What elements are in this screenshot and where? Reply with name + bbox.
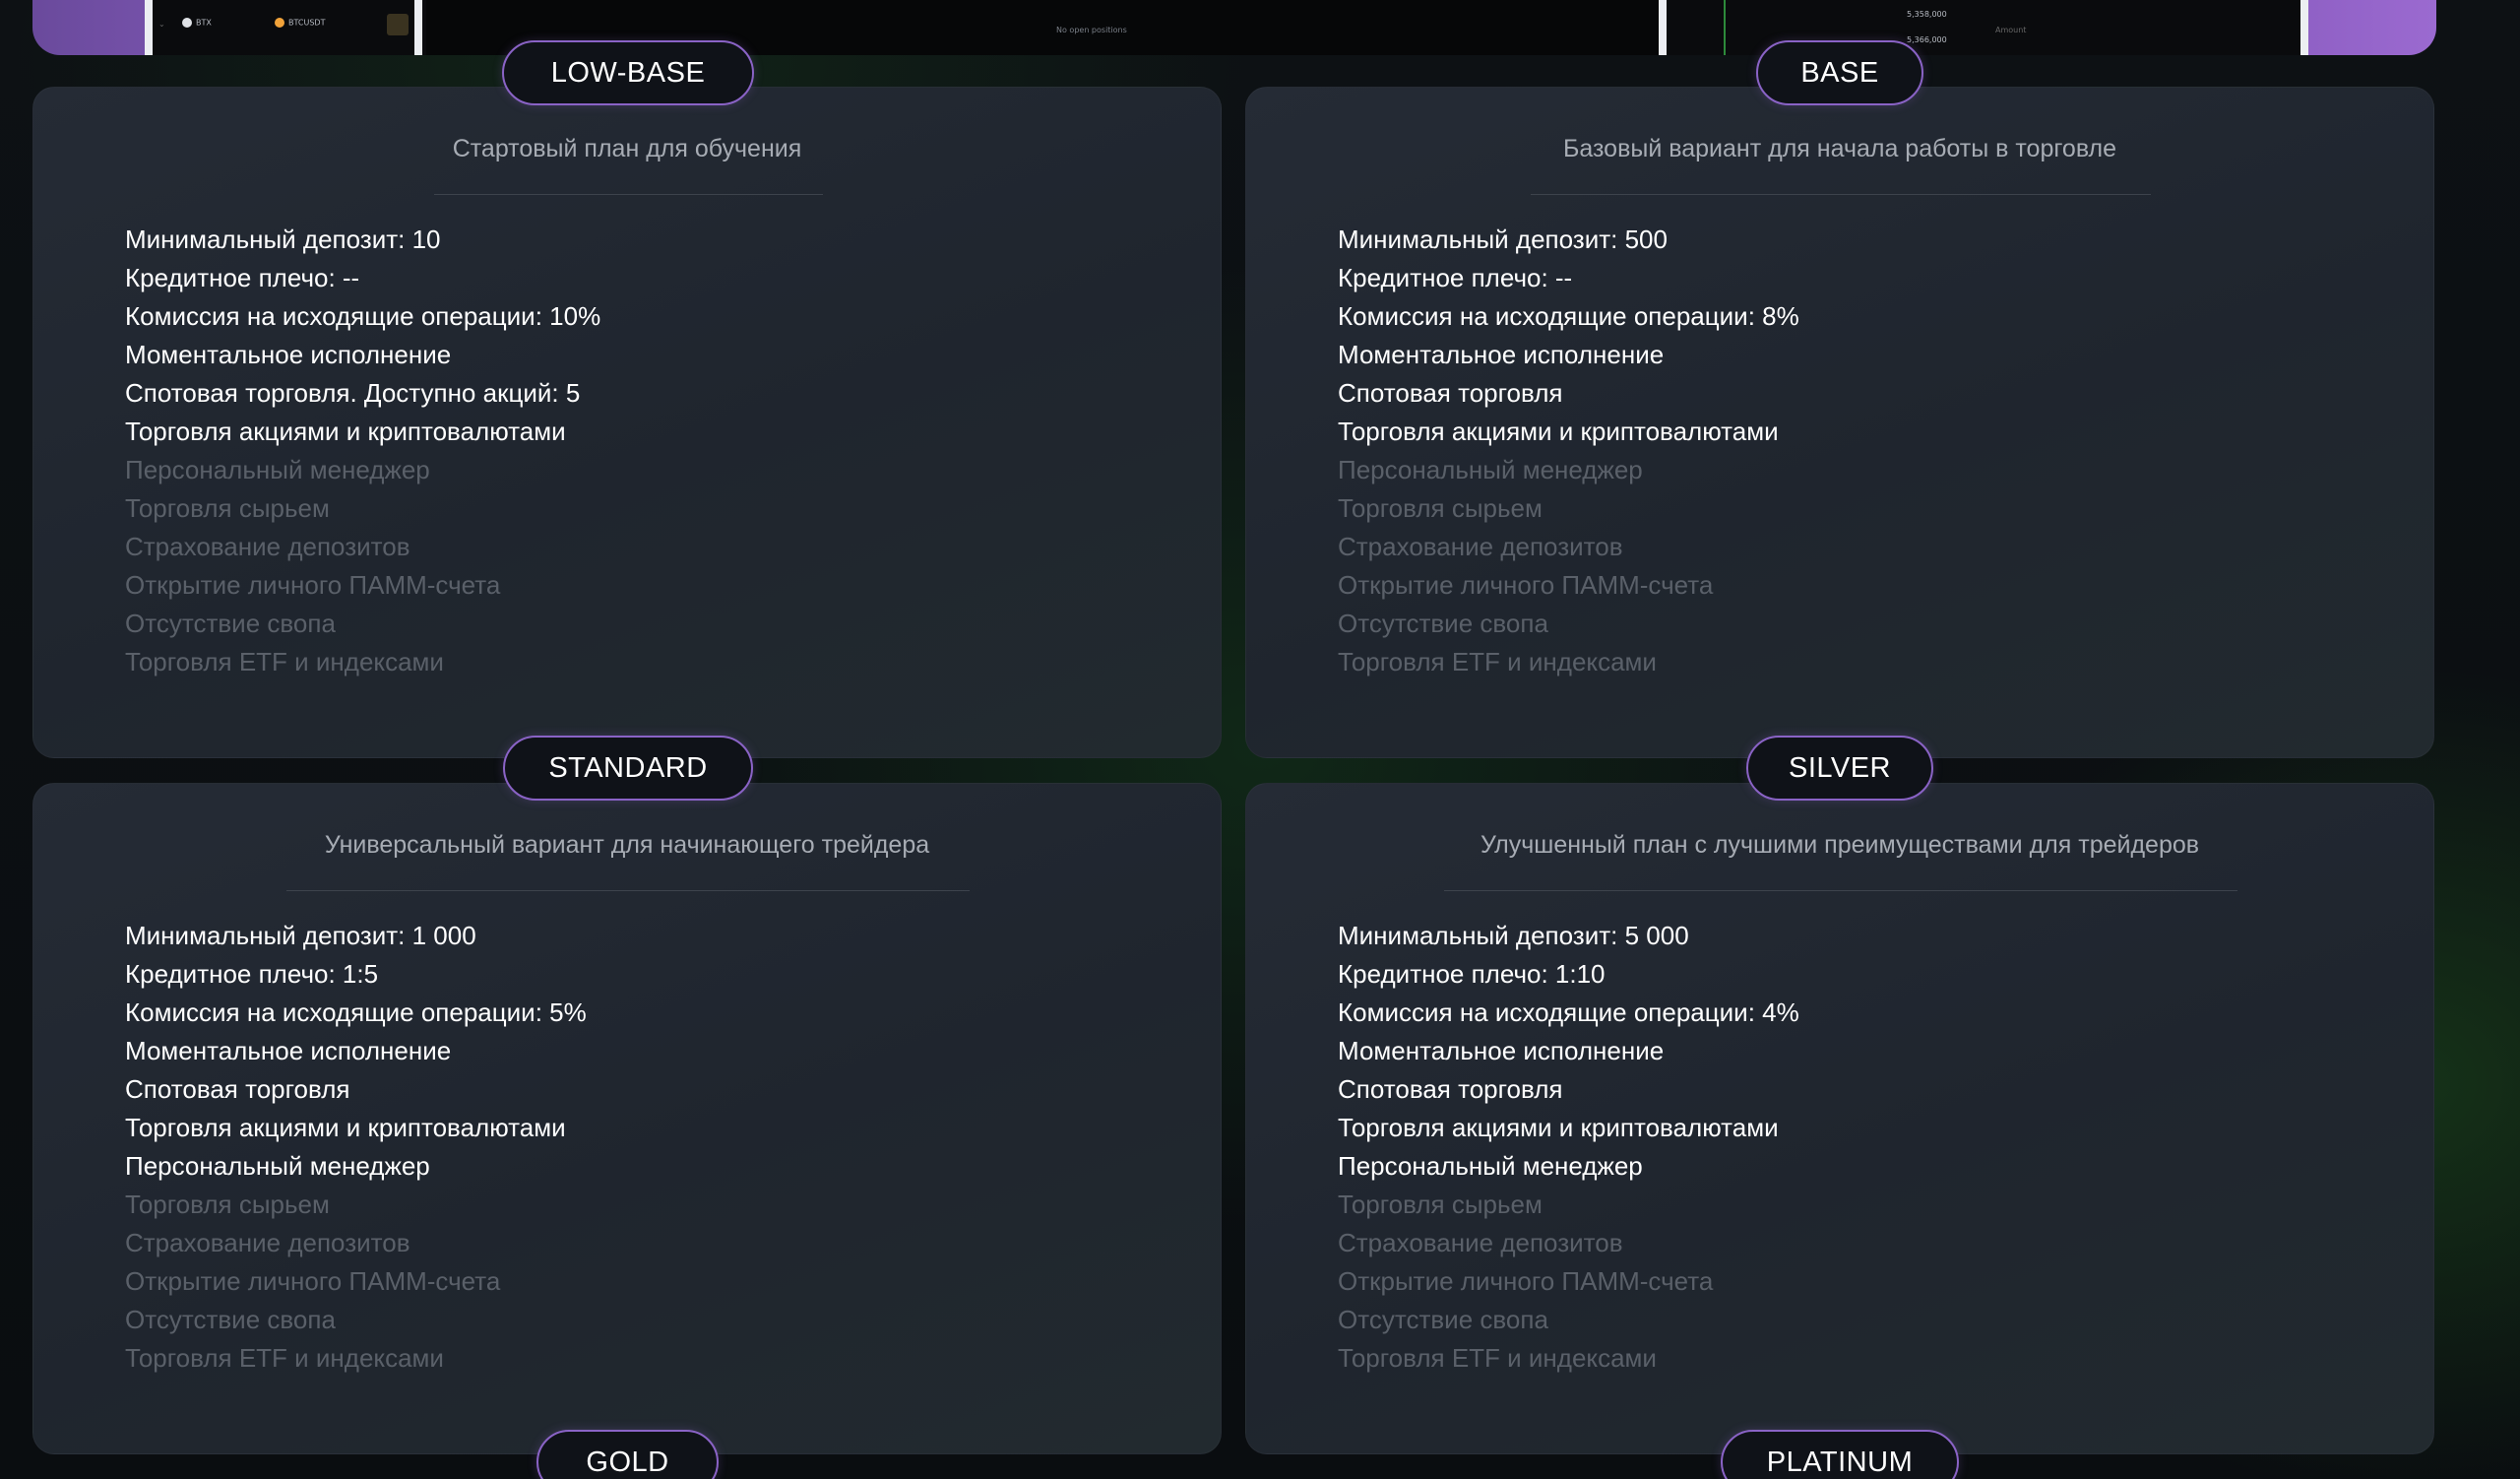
feature-item: Торговля акциями и криптовалютами xyxy=(125,417,566,446)
plan-card-base: Базовый вариант для начала работы в торг… xyxy=(1245,87,2434,758)
preview-amount-label: Amount xyxy=(1995,26,2027,34)
feature-item: Кредитное плечо: -- xyxy=(1338,263,1573,292)
bitcoin-icon xyxy=(275,18,284,28)
divider xyxy=(434,194,823,195)
feature-item: Комиссия на исходящие операции: 8% xyxy=(1338,301,1799,331)
feature-item: Торговля ETF и индексами xyxy=(125,1343,444,1373)
pricing-page: ⌄ BTX BTCUSDT No open positions 5,358,00… xyxy=(0,0,2520,1479)
feature-list: Минимальный депозит: 500 Кредитное плечо… xyxy=(1338,221,1799,681)
feature-item: Страхование депозитов xyxy=(1338,1228,1623,1257)
feature-item: Торговля сырьем xyxy=(1338,493,1543,523)
feature-item: Моментальное исполнение xyxy=(1338,340,1665,369)
feature-item: Комиссия на исходящие операции: 10% xyxy=(125,301,601,331)
feature-item: Комиссия на исходящие операции: 4% xyxy=(1338,997,1799,1027)
feature-item: Торговля акциями и криптовалютами xyxy=(1338,417,1779,446)
preview-screenshot-left: ⌄ BTX BTCUSDT xyxy=(145,0,422,55)
feature-item: Торговля акциями и криптовалютами xyxy=(125,1113,566,1142)
feature-item: Спотовая торговля xyxy=(1338,378,1563,408)
feature-item: Торговля ETF и индексами xyxy=(125,647,444,676)
divider xyxy=(286,890,970,891)
preview-price-2: 5,366,000 xyxy=(1907,35,1947,44)
feature-item: Страхование депозитов xyxy=(125,1228,410,1257)
feature-list: Минимальный депозит: 10 Кредитное плечо:… xyxy=(125,221,600,681)
plan-badge-gold[interactable]: GOLD xyxy=(536,1430,719,1479)
feature-item: Отсутствие свопа xyxy=(125,1305,336,1334)
feature-item: Отсутствие свопа xyxy=(1338,609,1548,638)
feature-item: Минимальный депозит: 1 000 xyxy=(125,921,476,950)
feature-item: Торговля сырьем xyxy=(125,493,330,523)
feature-item: Отсутствие свопа xyxy=(1338,1305,1548,1334)
feature-item: Спотовая торговля xyxy=(1338,1074,1563,1104)
divider xyxy=(1531,194,2151,195)
feature-item: Минимальный депозит: 500 xyxy=(1338,225,1668,254)
plan-subtitle: Улучшенный план с лучшими преимуществами… xyxy=(1480,831,2200,859)
divider xyxy=(1444,890,2237,891)
platform-preview-strip: ⌄ BTX BTCUSDT No open positions 5,358,00… xyxy=(32,0,2436,55)
feature-item: Открытие личного ПАММ-счета xyxy=(125,570,501,600)
plan-badge-platinum[interactable]: PLATINUM xyxy=(1721,1430,1959,1479)
chart-line-icon xyxy=(1724,0,1726,55)
feature-item: Торговля сырьем xyxy=(125,1190,330,1219)
feature-item: Кредитное плечо: -- xyxy=(125,263,360,292)
feature-item: Отсутствие свопа xyxy=(125,609,336,638)
feature-item: Моментальное исполнение xyxy=(125,1036,452,1065)
feature-item: Торговля акциями и криптовалютами xyxy=(1338,1113,1779,1142)
feature-item: Моментальное исполнение xyxy=(125,340,452,369)
plan-subtitle: Универсальный вариант для начинающего тр… xyxy=(324,831,930,859)
feature-item: Торговля ETF и индексами xyxy=(1338,647,1657,676)
feature-item: Персональный менеджер xyxy=(125,455,430,484)
plan-card-silver: Улучшенный план с лучшими преимуществами… xyxy=(1245,783,2434,1454)
preview-price-1: 5,358,000 xyxy=(1907,10,1947,19)
preview-ticker-2: BTCUSDT xyxy=(275,18,325,28)
feature-item: Спотовая торговля. Доступно акций: 5 xyxy=(125,378,581,408)
feature-item: Кредитное плечо: 1:5 xyxy=(125,959,379,989)
plan-badge-low-base[interactable]: LOW-BASE xyxy=(502,40,754,105)
plan-badge-silver[interactable]: SILVER xyxy=(1746,736,1933,801)
preview-center-text: No open positions xyxy=(1056,26,1127,34)
feature-item: Открытие личного ПАММ-счета xyxy=(125,1266,501,1296)
feature-item: Комиссия на исходящие операции: 5% xyxy=(125,997,587,1027)
preview-screenshot-right: 5,358,000 5,366,000 Amount xyxy=(1659,0,2308,55)
preview-square-icon xyxy=(387,14,409,35)
plan-subtitle: Базовый вариант для начала работы в торг… xyxy=(1562,135,2117,162)
plan-card-low-base: Стартовый план для обучения Минимальный … xyxy=(32,87,1222,758)
feature-item: Страхование депозитов xyxy=(125,532,410,561)
feature-item: Моментальное исполнение xyxy=(1338,1036,1665,1065)
feature-item: Страхование депозитов xyxy=(1338,532,1623,561)
feature-item: Минимальный депозит: 5 000 xyxy=(1338,921,1689,950)
feature-list: Минимальный депозит: 1 000 Кредитное пле… xyxy=(125,917,587,1378)
feature-item: Торговля ETF и индексами xyxy=(1338,1343,1657,1373)
feature-item: Персональный менеджер xyxy=(1338,455,1643,484)
coin-icon xyxy=(182,18,192,28)
chevron-down-icon: ⌄ xyxy=(158,20,165,29)
plan-card-standard: Универсальный вариант для начинающего тр… xyxy=(32,783,1222,1454)
feature-item: Персональный менеджер xyxy=(125,1151,430,1181)
plan-subtitle: Стартовый план для обучения xyxy=(452,135,802,162)
feature-item: Персональный менеджер xyxy=(1338,1151,1643,1181)
feature-item: Спотовая торговля xyxy=(125,1074,350,1104)
feature-item: Торговля сырьем xyxy=(1338,1190,1543,1219)
feature-item: Открытие личного ПАММ-счета xyxy=(1338,570,1714,600)
preview-ticker-1: BTX xyxy=(182,18,212,28)
feature-list: Минимальный депозит: 5 000 Кредитное пле… xyxy=(1338,917,1799,1378)
feature-item: Минимальный депозит: 10 xyxy=(125,225,441,254)
feature-item: Открытие личного ПАММ-счета xyxy=(1338,1266,1714,1296)
plan-badge-standard[interactable]: STANDARD xyxy=(503,736,753,801)
feature-item: Кредитное плечо: 1:10 xyxy=(1338,959,1606,989)
plan-badge-base[interactable]: BASE xyxy=(1756,40,1923,105)
